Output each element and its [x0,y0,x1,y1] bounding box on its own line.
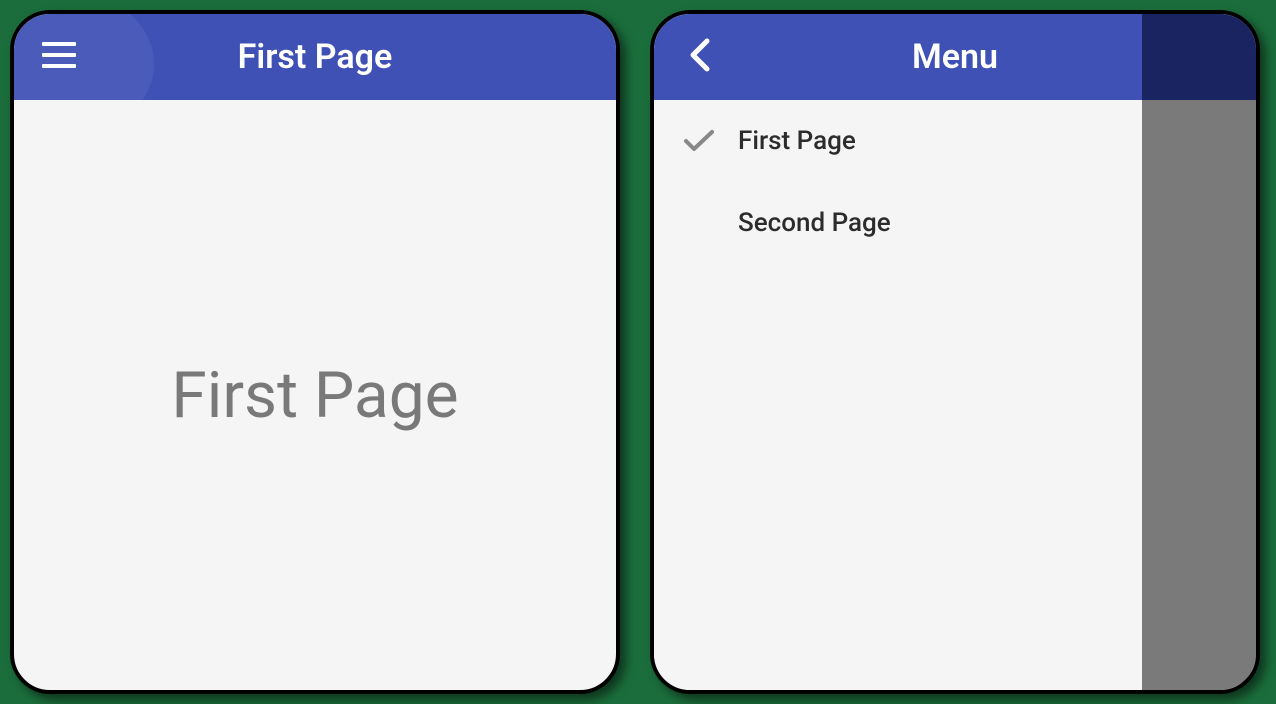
menu-item-label: Second Page [738,208,891,238]
hamburger-menu-button[interactable] [34,32,84,82]
hamburger-icon [42,42,76,72]
menu-panel: First Page Second Page [654,100,1142,690]
chevron-left-icon [687,37,711,77]
header-overlay-section [1142,14,1256,100]
device-menu-open: Menu First Page Second Page [650,10,1260,694]
menu-overlay[interactable] [1142,100,1256,690]
page-title: First Page [238,37,393,77]
menu-item-second-page[interactable]: Second Page [654,182,1142,264]
device-first-page: First Page First Page [10,10,620,694]
app-header-menu: Menu [654,14,1256,100]
menu-title: Menu [912,37,998,77]
page-content: First Page [14,100,616,690]
content-label: First Page [171,358,458,433]
app-header: First Page [14,14,616,100]
menu-item-first-page[interactable]: First Page [654,100,1142,182]
back-button[interactable] [674,32,724,82]
check-icon [674,129,724,153]
menu-item-label: First Page [738,126,856,156]
menu-container: First Page Second Page [654,100,1256,690]
